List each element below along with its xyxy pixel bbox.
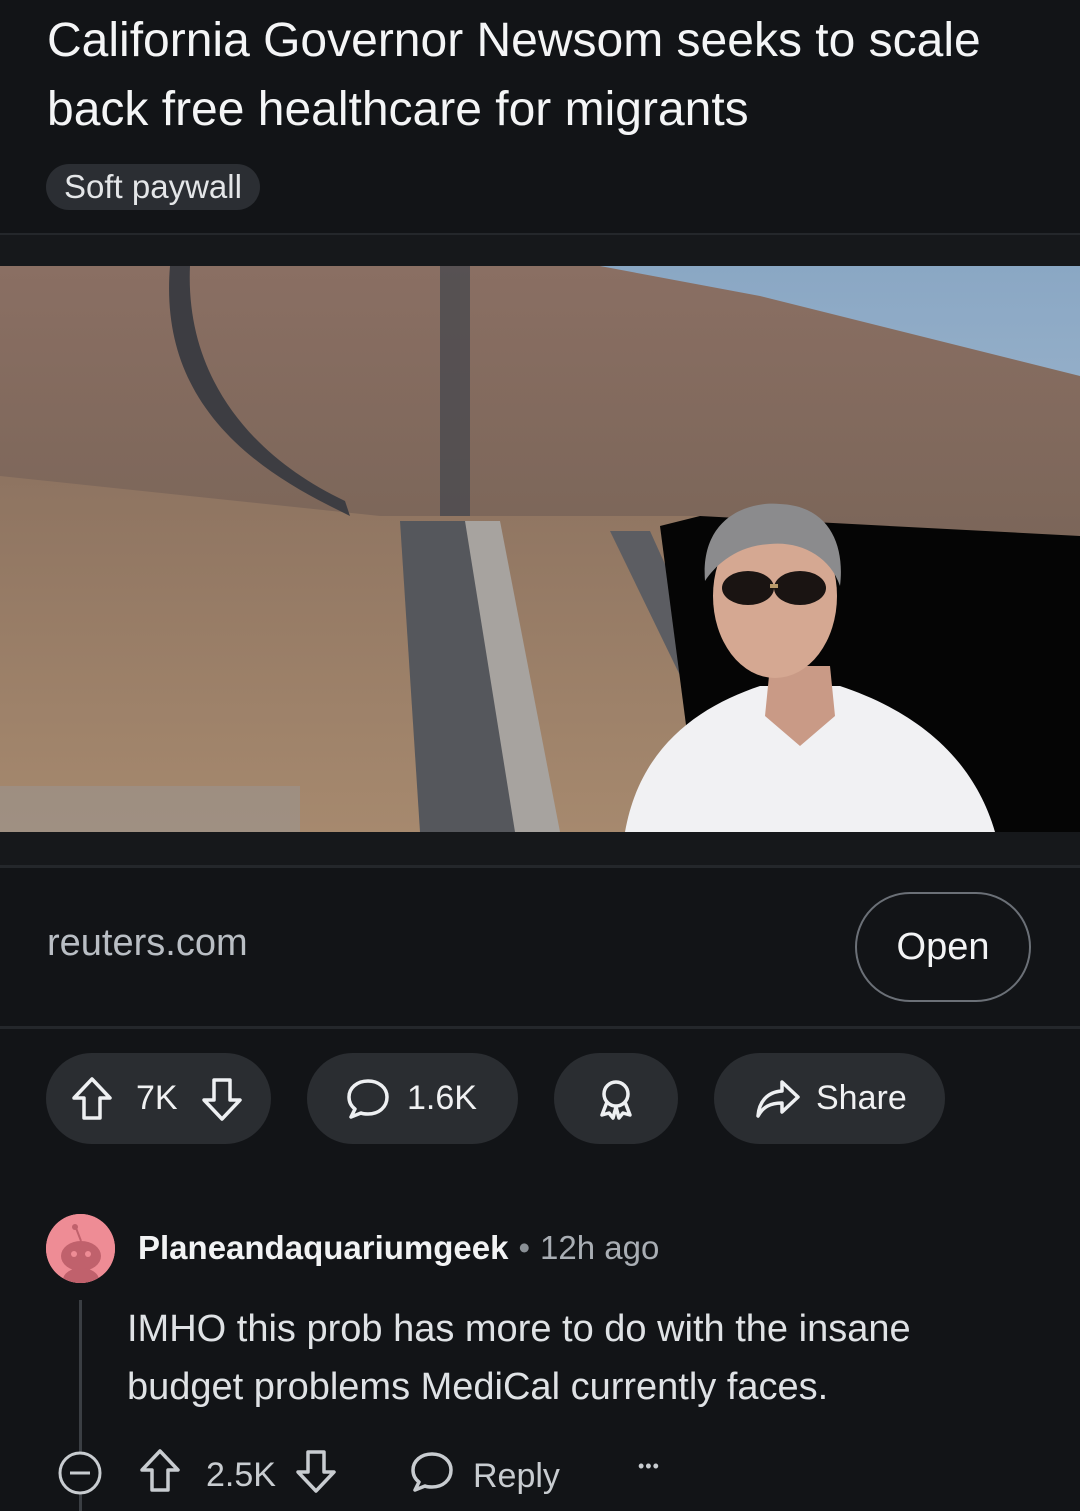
vote-pill: 7K (46, 1053, 271, 1144)
meta-separator: • (518, 1229, 531, 1266)
reply-label: Reply (473, 1457, 560, 1495)
comment-count: 1.6K (407, 1079, 477, 1117)
downvote-icon[interactable] (200, 1076, 244, 1122)
comment-meta: Planeandaquariumgeek • 12h ago (138, 1226, 659, 1270)
upvote-icon[interactable] (70, 1076, 114, 1122)
collapse-button[interactable] (56, 1449, 104, 1506)
comment-body: IMHO this prob has more to do with the i… (127, 1308, 911, 1408)
upvote-icon[interactable] (138, 1448, 182, 1503)
link-domain[interactable]: reuters.com (47, 922, 248, 965)
share-label: Share (816, 1079, 907, 1117)
more-options-button[interactable]: ••• (638, 1456, 660, 1477)
comments-button[interactable]: 1.6K (307, 1053, 518, 1144)
downvote-icon[interactable] (294, 1448, 338, 1503)
comment-score: 2.5K (206, 1456, 276, 1494)
share-arrow-icon (754, 1078, 802, 1120)
speech-bubble-icon (345, 1077, 391, 1121)
award-icon (594, 1077, 638, 1121)
flair-badge: Soft paywall (46, 164, 260, 210)
share-button[interactable]: Share (714, 1053, 945, 1144)
ellipsis-icon: ••• (638, 1456, 660, 1476)
divider (0, 1026, 1080, 1029)
reply-button[interactable]: Reply (409, 1450, 560, 1503)
speech-bubble-icon (409, 1450, 455, 1503)
comment-vote: 2.5K (138, 1448, 338, 1503)
award-button[interactable] (554, 1053, 678, 1144)
post-title[interactable]: California Governor Newsom seeks to scal… (47, 6, 1037, 144)
divider (0, 865, 1080, 868)
minus-circle-icon (56, 1449, 104, 1506)
vote-count: 7K (136, 1079, 178, 1117)
username[interactable]: Planeandaquariumgeek (138, 1229, 508, 1266)
avatar[interactable] (46, 1214, 115, 1283)
timestamp: 12h ago (540, 1229, 660, 1266)
open-link-button[interactable]: Open (855, 892, 1031, 1002)
post-image[interactable] (0, 266, 1080, 832)
